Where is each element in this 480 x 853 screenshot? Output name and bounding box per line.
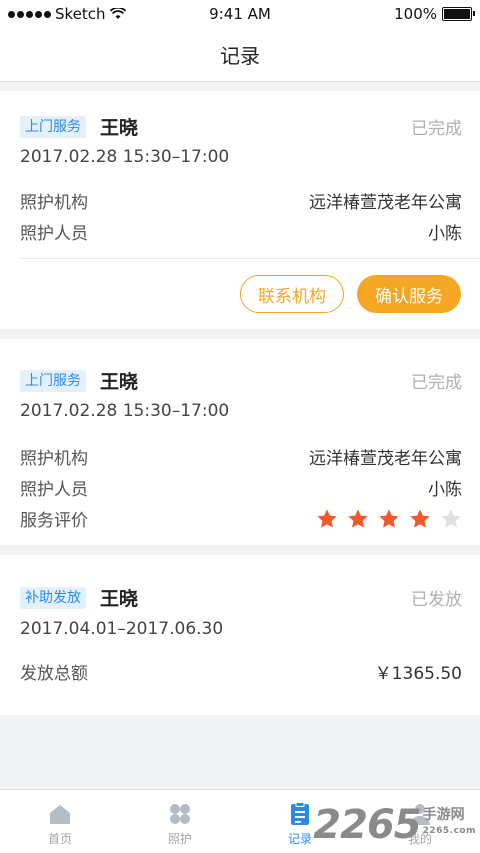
star-empty-icon <box>441 508 461 528</box>
client-name: 王晓 <box>100 588 139 610</box>
divider <box>20 258 480 259</box>
nav-bar: 记录 <box>0 28 480 82</box>
client-name: 王晓 <box>100 371 139 393</box>
record-card[interactable]: 上门服务 王晓 已完成 2017.02.28 15:30–17:00 照护机构 … <box>0 339 480 545</box>
info-label: 照护人员 <box>20 480 88 500</box>
star-filled-icon <box>379 508 399 528</box>
info-value: 远洋椿萱茂老年公寓 <box>309 193 462 213</box>
tab-care[interactable]: 照护 <box>120 790 240 853</box>
info-value: 远洋椿萱茂老年公寓 <box>309 449 462 469</box>
client-name: 王晓 <box>100 117 139 139</box>
tab-home[interactable]: 首页 <box>0 790 120 853</box>
record-date: 2017.04.01–2017.06.30 <box>20 619 224 639</box>
info-row: 照护人员 小陈 <box>20 219 462 244</box>
home-icon <box>50 805 70 824</box>
grid-icon <box>170 804 190 824</box>
service-type-badge: 上门服务 <box>20 369 86 392</box>
battery-percent: 100% <box>394 5 437 23</box>
info-row: 照护人员 小陈 <box>20 475 462 500</box>
battery-icon <box>442 7 475 21</box>
service-type-badge: 补助发放 <box>20 586 86 609</box>
status-badge: 已完成 <box>411 373 462 393</box>
info-label: 照护人员 <box>20 224 88 244</box>
site-watermark: 2265 手游网 2265.com <box>313 802 476 848</box>
info-label: 照护机构 <box>20 193 88 213</box>
star-filled-icon <box>410 508 430 528</box>
star-rating <box>316 508 462 530</box>
star-filled-icon <box>317 508 337 528</box>
record-date: 2017.02.28 15:30–17:00 <box>20 401 230 421</box>
record-card[interactable]: 补助发放 王晓 已发放 2017.04.01–2017.06.30 发放总额 ￥… <box>0 555 480 715</box>
rating-row: 服务评价 <box>20 506 462 531</box>
page-title: 记录 <box>220 44 260 68</box>
star-filled-icon <box>348 508 368 528</box>
info-row: 照护机构 远洋椿萱茂老年公寓 <box>20 188 462 213</box>
info-label: 服务评价 <box>20 511 88 531</box>
service-type-badge: 上门服务 <box>20 115 86 138</box>
info-value: 小陈 <box>428 224 462 244</box>
record-card[interactable]: 上门服务 王晓 已完成 2017.02.28 15:30–17:00 照护机构 … <box>0 91 480 329</box>
status-bar: Sketch 9:41 AM 100% <box>0 0 480 28</box>
info-label: 发放总额 <box>20 664 88 684</box>
contact-agency-button[interactable]: 联系机构 <box>240 275 344 313</box>
info-label: 照护机构 <box>20 449 88 469</box>
status-badge: 已完成 <box>411 119 462 139</box>
document-icon <box>291 802 309 825</box>
confirm-service-button[interactable]: 确认服务 <box>357 275 461 313</box>
info-value: ￥1365.50 <box>374 664 462 684</box>
record-date: 2017.02.28 15:30–17:00 <box>20 147 230 167</box>
status-badge: 已发放 <box>411 590 462 610</box>
info-value: 小陈 <box>428 480 462 500</box>
info-row: 照护机构 远洋椿萱茂老年公寓 <box>20 444 462 469</box>
info-row: 发放总额 ￥1365.50 <box>20 659 462 684</box>
